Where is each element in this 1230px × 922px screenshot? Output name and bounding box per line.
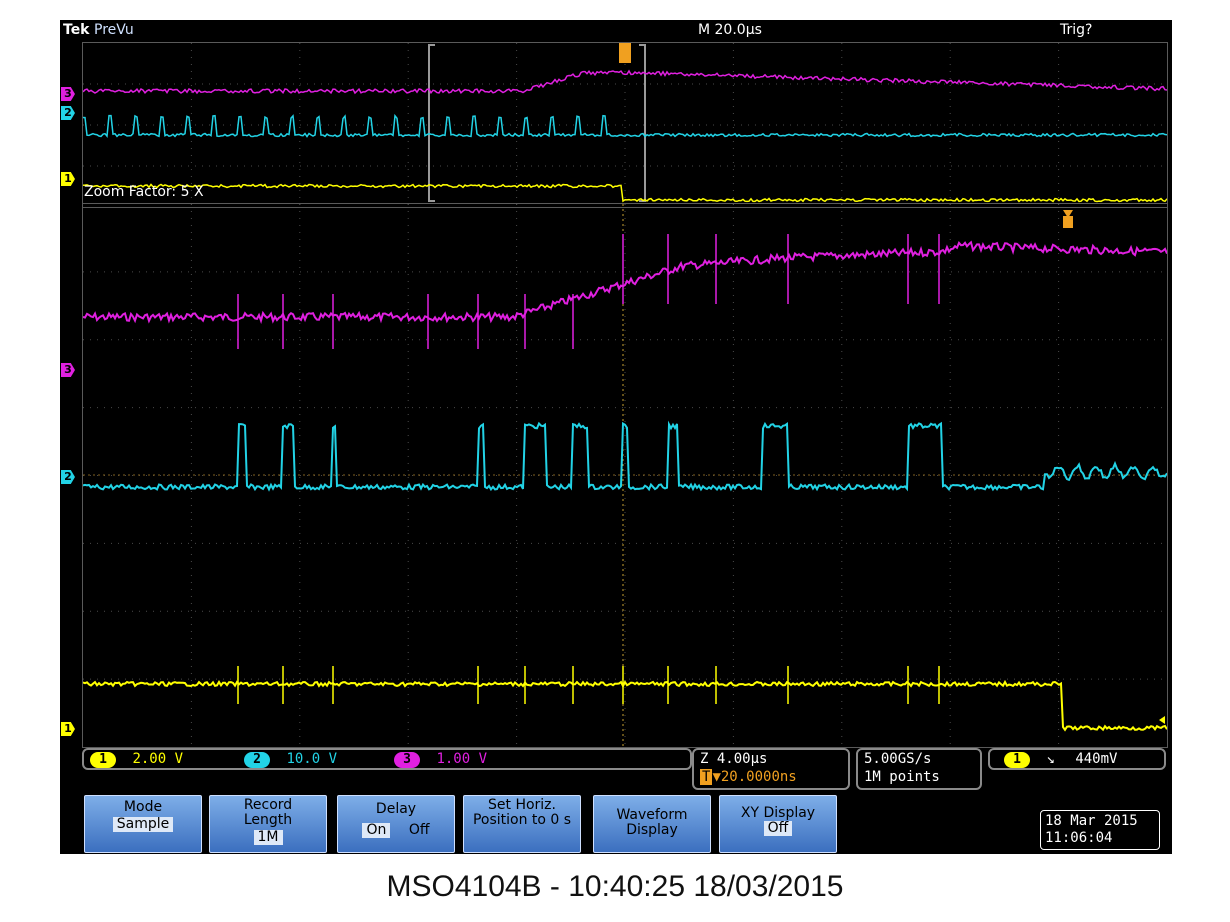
date-time-display: 18 Mar 2015 11:06:04 <box>1040 810 1160 850</box>
record-length-button[interactable]: Record Length 1M <box>209 795 327 853</box>
ch1-badge: 1 <box>90 752 116 768</box>
record-length-value: 1M <box>253 830 283 845</box>
delay-label: Delay <box>375 801 417 817</box>
waveform-display-label: Waveform Display <box>616 807 688 838</box>
ch3-marker-icon[interactable]: 3 <box>61 87 75 101</box>
xy-display-button[interactable]: XY Display Off <box>719 795 837 853</box>
delay-button[interactable]: Delay On Off <box>337 795 455 853</box>
trigger-status: Trig? <box>1060 22 1093 38</box>
record-points: 1M points <box>864 769 940 785</box>
overview-ch3-trace <box>83 69 1167 95</box>
trigger-level-marker-icon <box>1159 716 1165 724</box>
ch2-marker-icon[interactable]: 2 <box>61 106 75 120</box>
mode-label: Mode <box>123 799 163 815</box>
delay-off[interactable]: Off <box>409 822 430 838</box>
ch1-zoom-marker-icon[interactable]: 1 <box>61 722 75 736</box>
zoom-timebase-readout[interactable]: Z 4.00µs T ▼20.0000ns <box>692 748 850 790</box>
trigger-readout[interactable]: 1 ↘ 440mV <box>988 748 1166 770</box>
trigger-position-icon: T <box>700 769 713 785</box>
trigger-slope-icon: ↘ <box>1046 751 1055 767</box>
trigger-level: 440mV <box>1075 751 1118 767</box>
overview-ch2-trace <box>83 113 1167 138</box>
ch3-zoom-marker-icon[interactable]: 3 <box>61 363 75 377</box>
record-length-label: Record Length <box>243 797 293 828</box>
overview-waveform-window[interactable] <box>82 42 1168 208</box>
ch1-marker-icon[interactable]: 1 <box>61 172 75 186</box>
main-timebase-readout: M 20.0µs <box>698 22 762 38</box>
mode-value: Sample <box>112 817 174 832</box>
zoom-region-right-bracket <box>639 44 646 202</box>
zoom-waveform-window[interactable] <box>82 203 1168 748</box>
brand-logo: Tek <box>63 22 90 38</box>
trigger-source-badge: 1 <box>1004 752 1030 768</box>
set-horiz-position-button[interactable]: Set Horiz. Position to 0 s <box>463 795 581 853</box>
ch1-scale: 2.00 V <box>132 751 184 767</box>
zoom-trigger-flag-icon <box>1063 216 1073 228</box>
status-bar: Tek PreVu M 20.0µs Trig? <box>60 20 1172 42</box>
zoom-scale: Z 4.00µs <box>700 751 768 767</box>
ch3-badge: 3 <box>394 752 420 768</box>
sample-rate: 5.00GS/s <box>864 751 932 767</box>
waveform-display-button[interactable]: Waveform Display <box>593 795 711 853</box>
delay-on[interactable]: On <box>362 823 391 838</box>
time-readout: 11:06:04 <box>1045 830 1113 846</box>
ch2-scale: 10.0 V <box>286 751 338 767</box>
zoom-factor-label: Zoom Factor: 5 X <box>84 184 204 200</box>
date-readout: 18 Mar 2015 <box>1045 813 1138 829</box>
mode-button[interactable]: Mode Sample <box>84 795 202 853</box>
xy-display-label: XY Display <box>740 805 816 821</box>
acquisition-readout[interactable]: 5.00GS/s 1M points <box>856 748 982 790</box>
overview-trigger-marker-icon <box>619 43 631 63</box>
screenshot-caption: MSO4104B - 10:40:25 18/03/2015 <box>386 870 844 903</box>
zoom-region-left-bracket <box>428 44 435 202</box>
zoom-waveform-plot <box>83 204 1167 747</box>
oscilloscope-screen: Tek PreVu M 20.0µs Trig? 3 2 1 Zoom Fact… <box>60 20 1172 854</box>
ch2-badge: 2 <box>244 752 270 768</box>
channel-scale-readout[interactable]: 1 2.00 V 2 10.0 V 3 1.00 V <box>82 748 692 770</box>
xy-display-value: Off <box>763 821 793 836</box>
overview-waveform-plot <box>83 43 1167 207</box>
ch3-scale: 1.00 V <box>436 751 488 767</box>
acquisition-mode-label: PreVu <box>94 22 134 38</box>
overview-ch1-trace <box>83 183 1167 203</box>
set-horiz-position-label: Set Horiz. Position to 0 s <box>472 797 572 828</box>
trigger-offset: ▼20.0000ns <box>712 769 797 785</box>
ch2-zoom-marker-icon[interactable]: 2 <box>61 470 75 484</box>
